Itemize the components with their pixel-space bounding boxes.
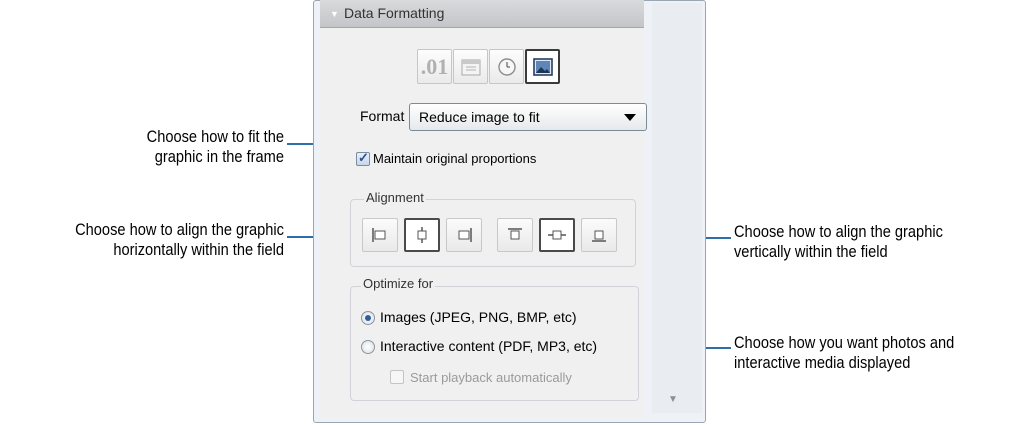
align-top-button[interactable]: [497, 218, 533, 252]
callout-valign: Choose how to align the graphic vertical…: [734, 222, 992, 262]
align-right-button[interactable]: [446, 218, 482, 252]
callout-fit-line1: Choose how to fit the: [146, 127, 284, 146]
callout-fit-line2: graphic in the frame: [154, 147, 284, 166]
date-format-button[interactable]: [453, 49, 488, 84]
scroll-down-icon[interactable]: ▼: [668, 394, 678, 405]
panel-header-title: Data Formatting: [344, 5, 445, 21]
align-bottom-button[interactable]: [581, 218, 617, 252]
callout-optimize-line2: interactive media displayed: [734, 353, 911, 372]
images-radio-label: Images (JPEG, PNG, BMP, etc): [380, 309, 577, 325]
maintain-proportions-checkbox[interactable]: ✓: [356, 150, 370, 166]
callout-valign-line2: vertically within the field: [734, 242, 888, 261]
time-format-button[interactable]: [489, 49, 524, 84]
panel-header[interactable]: ▼ Data Formatting: [320, 0, 644, 28]
dropdown-arrow-icon: [624, 114, 636, 121]
interactive-radio[interactable]: [361, 340, 375, 354]
graphic-format-button[interactable]: [525, 49, 560, 84]
format-select-value: Reduce image to fit: [419, 109, 540, 125]
image-icon: [532, 57, 553, 76]
calendar-icon: [461, 59, 480, 75]
align-bottom-icon: [592, 230, 606, 242]
start-playback-label: Start playback automatically: [410, 370, 572, 385]
number-format-label: .01: [420, 53, 449, 79]
interactive-radio-label: Interactive content (PDF, MP3, etc): [380, 338, 598, 354]
optimize-title: Optimize for: [361, 276, 436, 291]
align-top-icon: [508, 228, 522, 240]
maintain-proportions-label: Maintain original proportions: [373, 151, 537, 166]
align-left-icon: [372, 228, 386, 242]
start-playback-checkbox[interactable]: [390, 370, 404, 384]
checkmark-icon: ✓: [358, 150, 369, 165]
callout-optimize-line1: Choose how you want photos and: [734, 333, 955, 352]
callout-halign: Choose how to align the graphic horizont…: [31, 220, 284, 260]
radio-selected-dot: [365, 315, 371, 321]
callout-fit: Choose how to fit the graphic in the fra…: [116, 127, 284, 167]
align-right-icon: [458, 228, 472, 242]
callout-valign-line1: Choose how to align the graphic: [734, 222, 943, 241]
align-middle-icon: [548, 230, 566, 240]
align-left-button[interactable]: [362, 218, 398, 252]
callout-optimize: Choose how you want photos and interacti…: [734, 333, 1009, 373]
align-center-button[interactable]: [404, 218, 440, 252]
alignment-title: Alignment: [364, 190, 426, 205]
number-format-button[interactable]: .01: [417, 49, 452, 84]
scrollbar[interactable]: [652, 3, 702, 413]
clock-icon: [497, 57, 516, 76]
callout-halign-line2: horizontally within the field: [113, 240, 285, 259]
collapse-triangle-icon[interactable]: ▼: [330, 9, 339, 19]
format-label: Format: [360, 108, 405, 124]
images-radio[interactable]: [361, 311, 375, 325]
align-middle-button[interactable]: [539, 218, 575, 252]
callout-halign-line1: Choose how to align the graphic: [75, 220, 285, 239]
align-center-icon: [417, 227, 427, 243]
format-select[interactable]: Reduce image to fit: [409, 103, 647, 131]
